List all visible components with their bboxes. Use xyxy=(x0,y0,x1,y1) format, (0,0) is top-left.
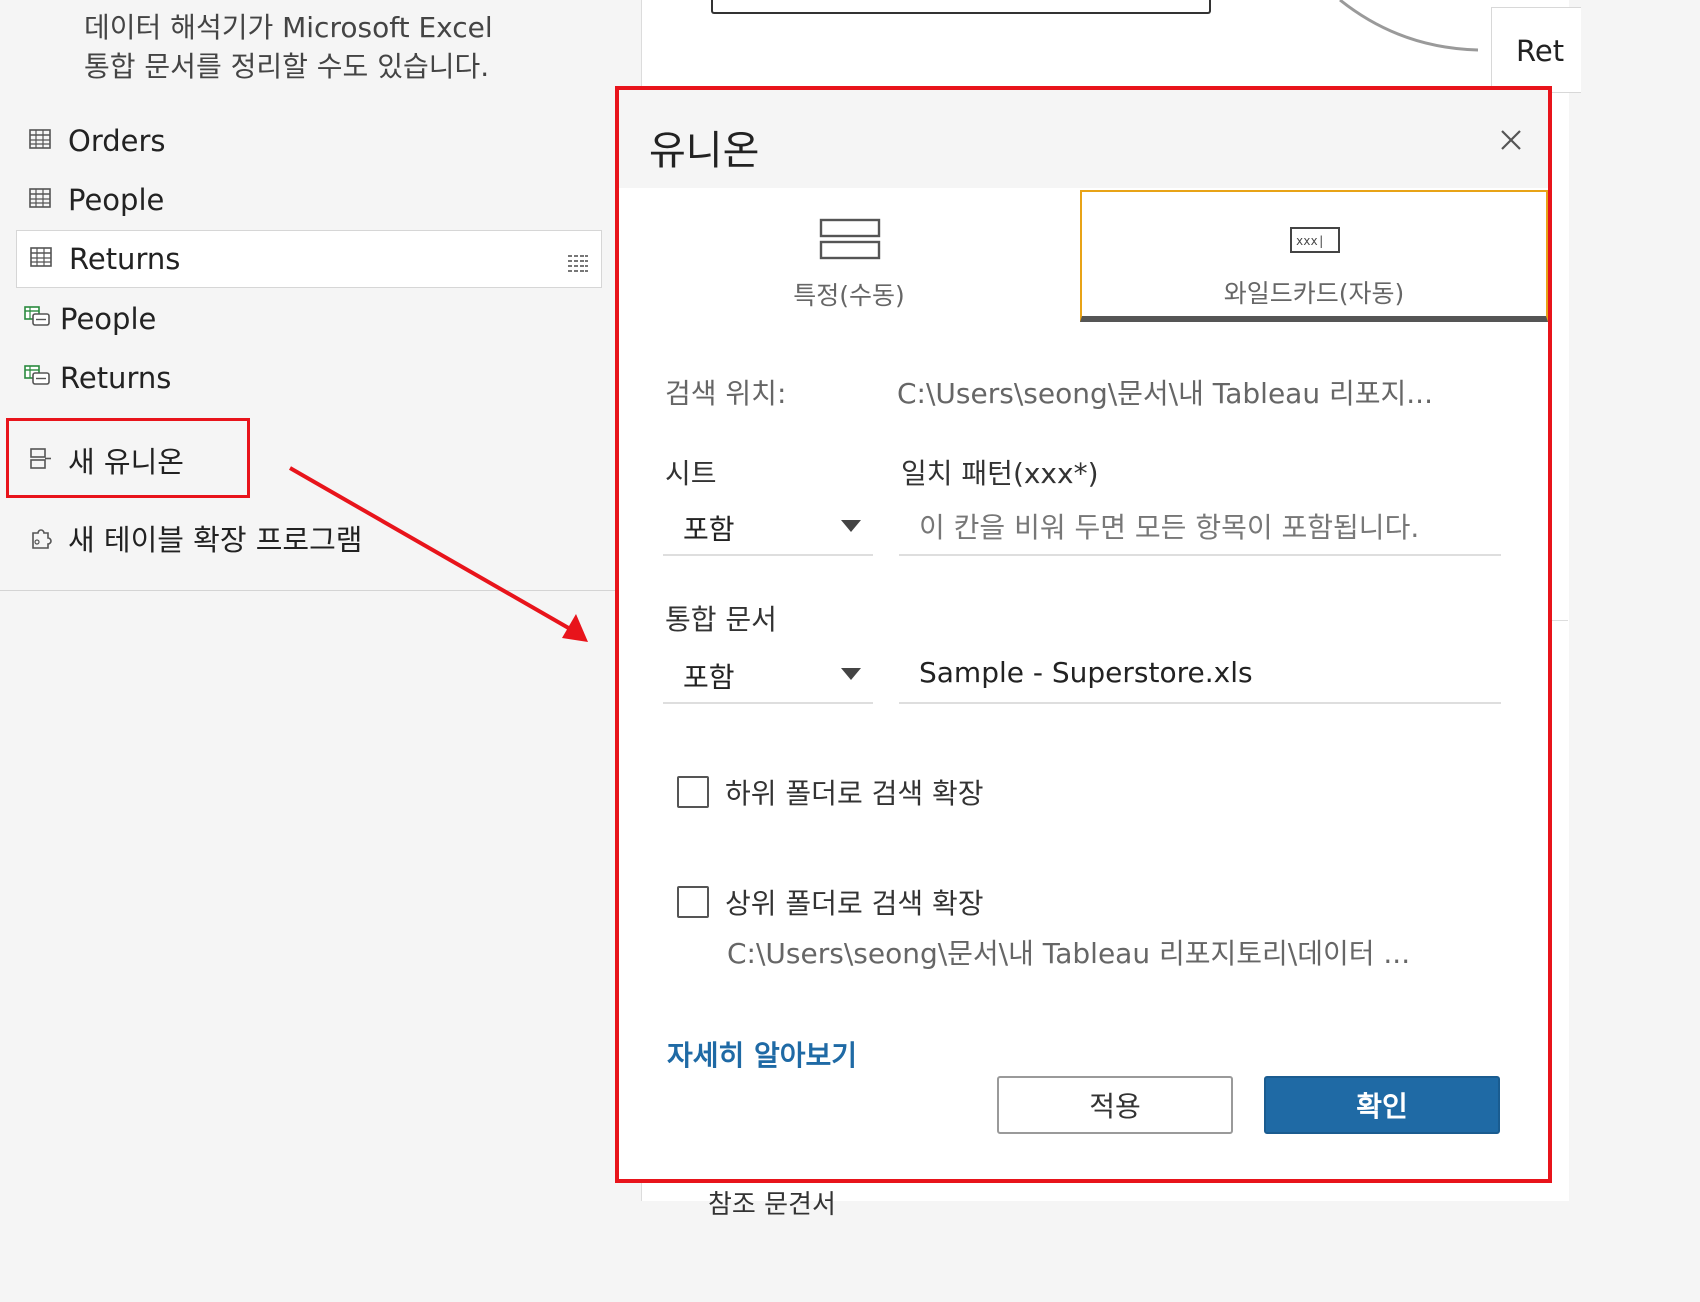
table-icon xyxy=(28,127,56,155)
table-icon xyxy=(29,245,57,273)
canvas-returns-card[interactable]: Ret xyxy=(1491,7,1581,93)
new-union-highlight xyxy=(6,418,250,498)
sheet-label: Returns xyxy=(69,242,181,276)
named-range-item-people[interactable]: People xyxy=(24,291,156,347)
named-range-label: Returns xyxy=(60,361,172,395)
drag-handle-icon[interactable] xyxy=(567,247,589,281)
hint-line-2: 통합 문서를 정리할 수도 있습니다. xyxy=(84,50,490,83)
named-range-icon xyxy=(24,305,52,333)
sheet-label: Orders xyxy=(68,124,166,158)
below-dialog-text: 참조 문견서 xyxy=(708,1190,836,1220)
sheet-item-orders[interactable]: Orders xyxy=(28,113,166,169)
hint-line-1: 데이터 해석기가 Microsoft Excel xyxy=(84,11,493,44)
named-range-icon xyxy=(24,364,52,392)
sheet-label: People xyxy=(68,183,165,217)
canvas-returns-label: Ret xyxy=(1516,34,1565,68)
new-table-extension-item[interactable]: 새 테이블 확장 프로그램 xyxy=(28,510,362,566)
named-range-label: People xyxy=(60,302,157,336)
dialog-highlight xyxy=(615,86,1552,1183)
new-extension-label: 새 테이블 확장 프로그램 xyxy=(68,523,363,557)
sidebar-divider xyxy=(0,590,640,591)
named-range-item-returns[interactable]: Returns xyxy=(24,350,171,406)
extension-icon xyxy=(28,524,56,552)
canvas-divider xyxy=(1550,620,1568,621)
data-source-sidebar: 데이터 해석기가 Microsoft Excel 통합 문서를 정리할 수도 있… xyxy=(0,0,640,1201)
canvas-table-card[interactable] xyxy=(711,0,1211,14)
sheet-item-people[interactable]: People xyxy=(28,172,164,228)
sheet-item-returns[interactable]: Returns xyxy=(16,230,602,288)
table-icon xyxy=(28,186,56,214)
interpreter-hint: 데이터 해석기가 Microsoft Excel 통합 문서를 정리할 수도 있… xyxy=(84,8,493,86)
